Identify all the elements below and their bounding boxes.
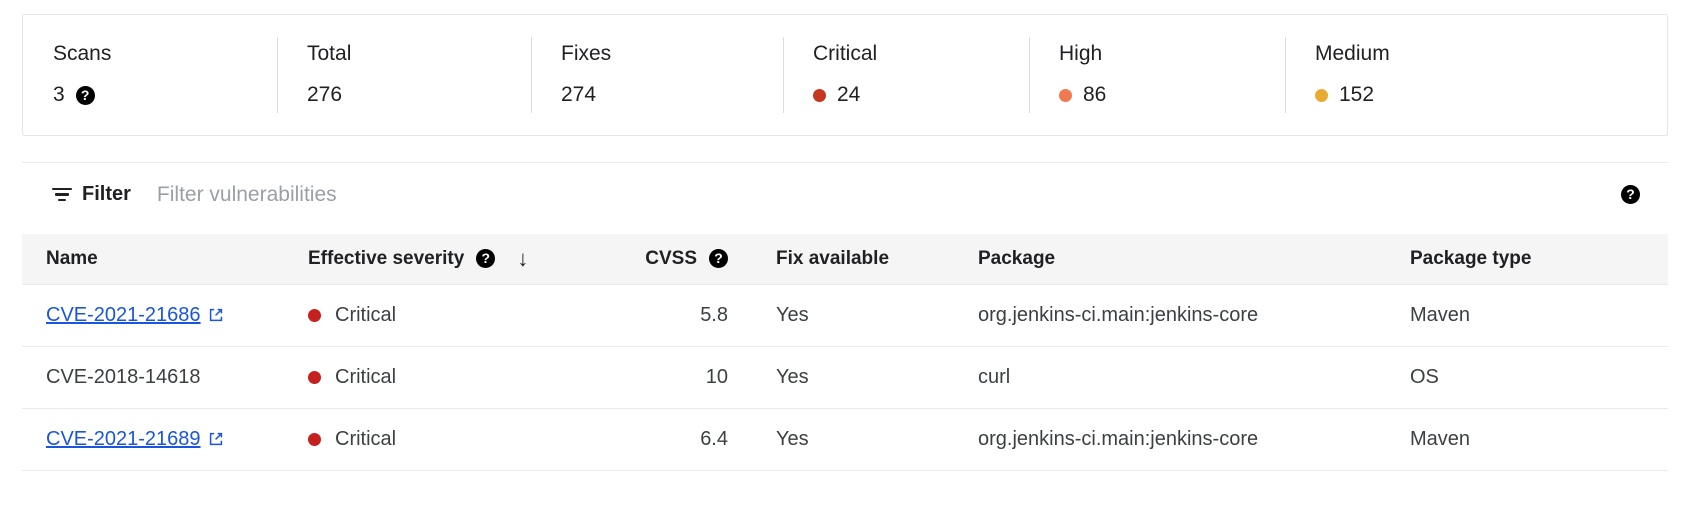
summary-card: Scans 3 ? Total 276 Fixes 274 Critical 2… bbox=[22, 14, 1668, 136]
cve-id: CVE-2021-21689 bbox=[46, 427, 201, 450]
stat-value-row: 274 bbox=[561, 81, 773, 109]
column-header-effective-severity[interactable]: Effective severity ? ↓ bbox=[284, 234, 614, 285]
cell-package: org.jenkins-ci.main:jenkins-core bbox=[954, 408, 1386, 471]
cell-package: org.jenkins-ci.main:jenkins-core bbox=[954, 284, 1386, 347]
stat-label: High bbox=[1059, 42, 1103, 65]
help-icon[interactable]: ? bbox=[709, 249, 728, 269]
severity-label: Critical bbox=[335, 427, 397, 450]
column-header-label: Name bbox=[46, 247, 98, 269]
stat-fixes: Fixes 274 bbox=[531, 15, 783, 135]
column-header-cvss[interactable]: CVSS ? bbox=[614, 234, 752, 285]
filter-button[interactable]: Filter bbox=[52, 183, 131, 206]
stat-total: Total 276 bbox=[277, 15, 531, 135]
severity-dot bbox=[308, 308, 321, 322]
severity-indicator: Critical bbox=[308, 366, 614, 389]
cell-fix-available: Yes bbox=[752, 284, 954, 347]
cell-name: CVE-2018-14618 bbox=[22, 346, 284, 409]
filter-icon bbox=[52, 187, 72, 203]
column-header-fix-available[interactable]: Fix available bbox=[752, 234, 954, 285]
column-header-label: Package type bbox=[1410, 247, 1532, 269]
table-body: CVE-2021-21686 Critical 5.8 Yes org.jenk… bbox=[22, 284, 1668, 471]
stat-high: High 86 bbox=[1029, 15, 1285, 135]
cve-link[interactable]: CVE-2021-21686 bbox=[46, 304, 224, 327]
vulnerabilities-table: Name Effective severity ? ↓ CVSS ? Fix a… bbox=[22, 234, 1668, 471]
stat-critical: Critical 24 bbox=[783, 15, 1029, 135]
cell-cvss: 10 bbox=[614, 346, 752, 409]
stat-value: 3 bbox=[53, 83, 65, 106]
severity-label: Critical bbox=[335, 365, 397, 388]
stat-value: 86 bbox=[1083, 83, 1107, 106]
stat-label: Critical bbox=[813, 42, 878, 65]
cell-package: curl bbox=[954, 346, 1386, 409]
cell-fix-available: Yes bbox=[752, 408, 954, 471]
cell-name: CVE-2021-21686 bbox=[22, 284, 284, 347]
help-icon[interactable]: ? bbox=[476, 249, 496, 269]
filter-bar: Filter ? bbox=[22, 162, 1668, 226]
cell-cvss: 6.4 bbox=[614, 408, 752, 471]
column-header-package[interactable]: Package bbox=[954, 234, 1386, 285]
cell-fix-available: Yes bbox=[752, 346, 954, 409]
sort-descending-icon[interactable]: ↓ bbox=[517, 247, 528, 270]
stat-value: 276 bbox=[307, 83, 343, 106]
severity-dot-medium bbox=[1315, 88, 1328, 102]
stat-medium: Medium 152 bbox=[1285, 15, 1665, 135]
stat-label: Total bbox=[307, 42, 352, 65]
filter-button-label: Filter bbox=[82, 183, 131, 205]
table-row[interactable]: CVE-2021-21686 Critical 5.8 Yes org.jenk… bbox=[22, 284, 1668, 347]
severity-indicator: Critical bbox=[308, 428, 614, 451]
severity-dot bbox=[308, 432, 321, 446]
cell-severity: Critical bbox=[284, 284, 614, 347]
cell-severity: Critical bbox=[284, 346, 614, 409]
cve-id: CVE-2021-21686 bbox=[46, 303, 201, 326]
cve-id: CVE-2018-14618 bbox=[46, 365, 201, 388]
stat-value-row: 3 ? bbox=[53, 81, 267, 109]
table-row[interactable]: CVE-2021-21689 Critical 6.4 Yes org.jenk… bbox=[22, 408, 1668, 471]
external-link-icon bbox=[208, 431, 224, 447]
severity-indicator: Critical bbox=[308, 304, 614, 327]
stat-value-row: 152 bbox=[1315, 81, 1655, 109]
column-header-label: Fix available bbox=[776, 247, 890, 269]
cell-package-type: OS bbox=[1386, 346, 1668, 409]
vulnerabilities-page: Scans 3 ? Total 276 Fixes 274 Critical 2… bbox=[0, 0, 1688, 516]
stat-value: 152 bbox=[1339, 83, 1375, 106]
stat-label: Fixes bbox=[561, 42, 612, 65]
severity-dot-high bbox=[1059, 88, 1072, 102]
stat-label: Scans bbox=[53, 42, 112, 65]
cell-package-type: Maven bbox=[1386, 408, 1668, 471]
column-header-label: Effective severity bbox=[308, 247, 465, 269]
cell-package-type: Maven bbox=[1386, 284, 1668, 347]
stat-value-row: 86 bbox=[1059, 81, 1275, 109]
column-header-name[interactable]: Name bbox=[22, 234, 284, 285]
cve-link[interactable]: CVE-2021-21689 bbox=[46, 428, 224, 451]
stat-label: Medium bbox=[1315, 42, 1390, 65]
stat-scans: Scans 3 ? bbox=[23, 15, 277, 135]
help-icon[interactable]: ? bbox=[1621, 185, 1640, 204]
column-header-package-type[interactable]: Package type bbox=[1386, 234, 1668, 285]
filter-input[interactable] bbox=[156, 182, 857, 207]
stat-value-row: 276 bbox=[307, 81, 521, 109]
cell-cvss: 5.8 bbox=[614, 284, 752, 347]
severity-label: Critical bbox=[335, 303, 397, 326]
severity-dot bbox=[308, 370, 321, 384]
cell-severity: Critical bbox=[284, 408, 614, 471]
stat-value: 274 bbox=[561, 83, 597, 106]
help-icon[interactable]: ? bbox=[75, 85, 95, 105]
external-link-icon bbox=[208, 307, 224, 323]
table-header: Name Effective severity ? ↓ CVSS ? Fix a… bbox=[22, 234, 1668, 285]
table-row[interactable]: CVE-2018-14618 Critical 10 Yes curl OS bbox=[22, 346, 1668, 409]
cell-name: CVE-2021-21689 bbox=[22, 408, 284, 471]
column-header-label: Package bbox=[978, 247, 1056, 269]
stat-value-row: 24 bbox=[813, 81, 1019, 109]
table-header-row: Name Effective severity ? ↓ CVSS ? Fix a… bbox=[22, 234, 1668, 285]
column-header-label: CVSS bbox=[645, 247, 697, 269]
severity-dot-critical bbox=[813, 88, 826, 102]
stat-value: 24 bbox=[837, 83, 861, 106]
